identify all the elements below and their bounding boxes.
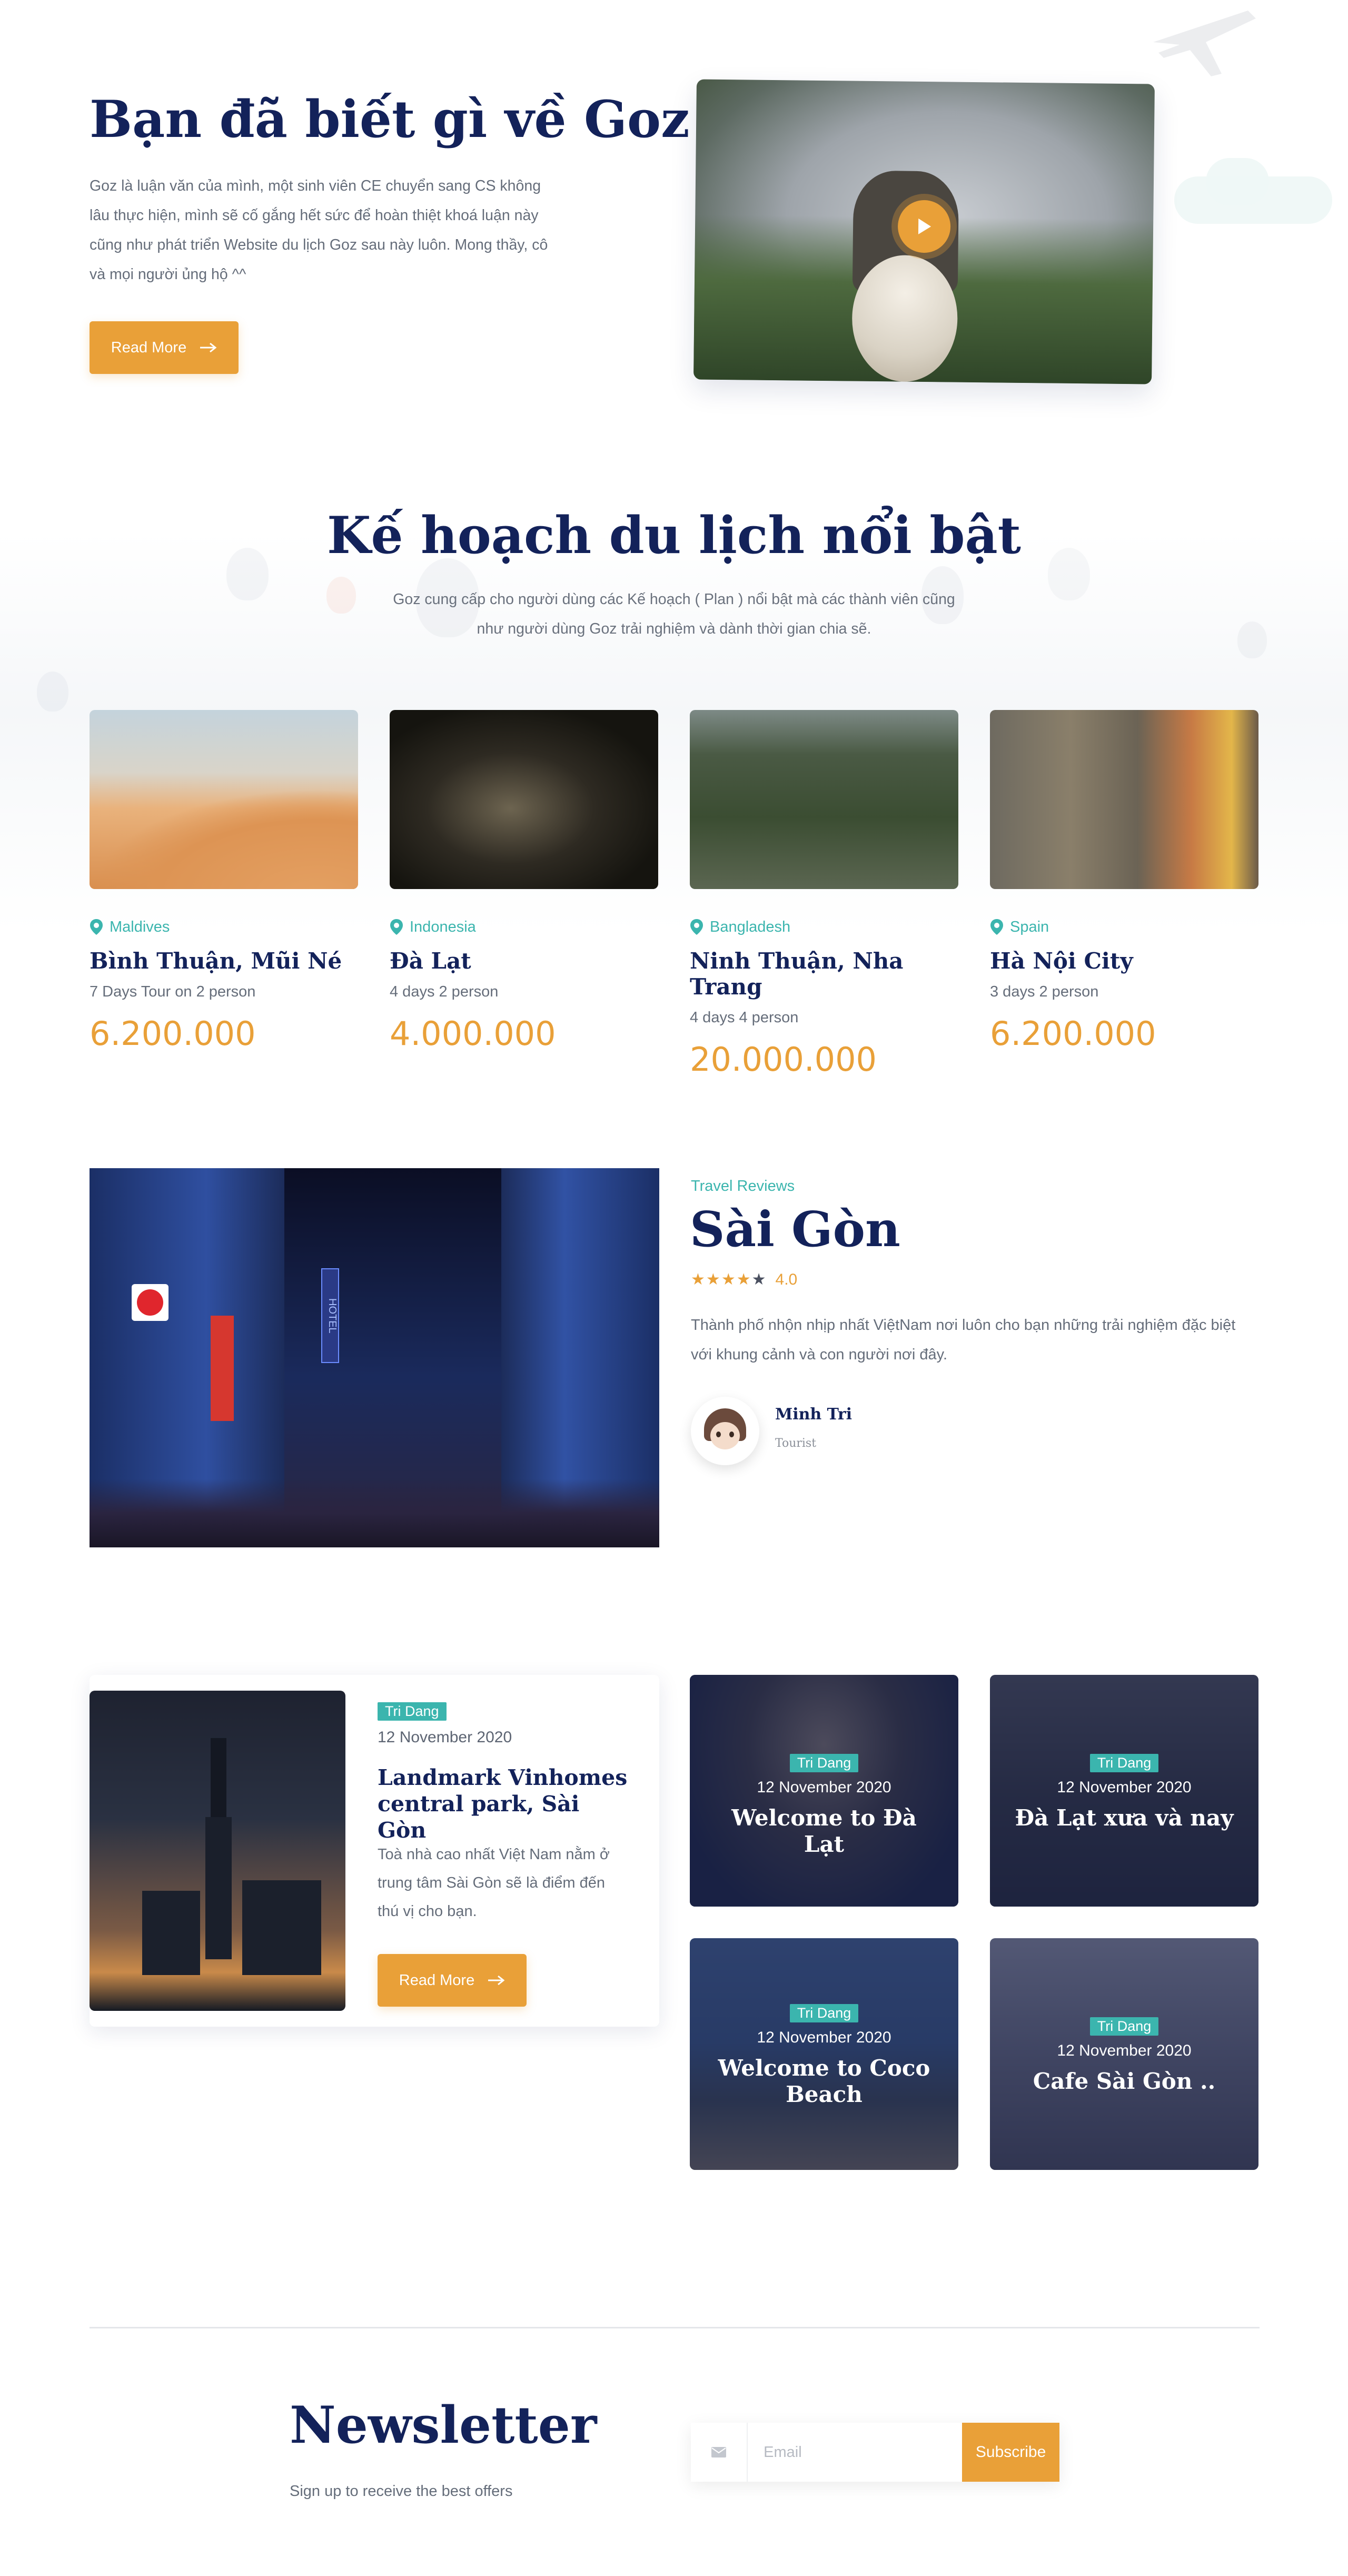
star-icon: ★ — [751, 1271, 766, 1288]
map-pin-icon — [990, 919, 1003, 935]
plan-name[interactable]: Hà Nội City — [990, 948, 1258, 974]
plan-duration: 4 days 2 person — [390, 983, 499, 1000]
post-date: 12 November 2020 — [757, 1779, 891, 1796]
plan-image — [390, 710, 658, 889]
post-date: 12 November 2020 — [757, 2029, 891, 2046]
review-tag: Travel Reviews — [691, 1178, 795, 1195]
post-excerpt: Toà nhà cao nhất Việt Nam nằm ở trung tâ… — [378, 1846, 610, 1920]
read-more-label: Read More — [111, 339, 187, 356]
star-rating: ★ ★ ★ ★ ★ — [691, 1270, 766, 1289]
mail-icon — [691, 2423, 748, 2482]
plan-card[interactable]: Indonesia Đà Lạt 4 days 2 person 4.000.0… — [390, 710, 658, 1053]
plan-image — [690, 710, 958, 889]
post-tag[interactable]: Tri Dang — [1089, 1754, 1159, 1772]
review-image: HOTEL — [90, 1168, 659, 1547]
post-title[interactable]: Welcome to Coco Beach — [713, 2055, 935, 2108]
plan-location: Bangladesh — [690, 916, 958, 937]
post-tile[interactable]: Tri Dang 12 November 2020 Đà Lạt xưa và … — [990, 1675, 1258, 1907]
cloud-decoration — [1206, 158, 1269, 205]
plan-price: 6.200.000 — [990, 1014, 1156, 1053]
rating: ★ ★ ★ ★ ★ 4.0 — [691, 1270, 797, 1289]
plan-location-label: Bangladesh — [710, 918, 791, 935]
read-more-label: Read More — [399, 1971, 475, 1989]
plan-location-label: Maldives — [110, 918, 170, 935]
plan-duration: 4 days 4 person — [690, 1009, 799, 1026]
plan-name[interactable]: Bình Thuận, Mũi Né — [90, 948, 358, 974]
post-tag[interactable]: Tri Dang — [1089, 2017, 1159, 2036]
arrow-right-icon — [200, 342, 217, 353]
post-title[interactable]: Welcome to Đà Lạt — [713, 1805, 935, 1858]
map-pin-icon — [690, 919, 703, 935]
star-icon: ★ — [691, 1271, 705, 1288]
balloon-decoration — [1237, 621, 1267, 658]
review-text: Thành phố nhộn nhịp nhất ViệtNam nơi luô… — [691, 1317, 1236, 1363]
post-tag[interactable]: Tri Dang — [789, 1754, 859, 1772]
plan-image — [990, 710, 1258, 889]
newsletter-title: Newsletter — [290, 2395, 597, 2455]
review-title: Sài Gòn — [690, 1201, 900, 1258]
airplane-icon — [1153, 11, 1256, 76]
plan-name[interactable]: Ninh Thuận, Nha Trang — [690, 948, 958, 1000]
post-title[interactable]: Landmark Vinhomes central park, Sài Gòn — [378, 1764, 630, 1843]
balloon-decoration — [326, 577, 356, 614]
plan-location-label: Indonesia — [410, 918, 476, 935]
plan-location: Maldives — [90, 916, 358, 937]
newsletter-subtitle: Sign up to receive the best offers — [290, 2483, 513, 2500]
plans-section-title: Kế hoạch du lịch nổi bật — [327, 506, 1021, 565]
play-icon — [918, 218, 931, 234]
hero-description: Goz là luận văn của mình, một sinh viên … — [90, 177, 548, 283]
post-date: 12 November 2020 — [378, 1729, 512, 1746]
post-date: 12 November 2020 — [1057, 1779, 1192, 1796]
review-author-role: Tourist — [775, 1437, 817, 1450]
rating-value: 4.0 — [775, 1270, 798, 1288]
plan-price: 20.000.000 — [690, 1040, 877, 1079]
newsletter-form: Subscribe — [691, 2423, 1059, 2482]
post-tile[interactable]: Tri Dang 12 November 2020 Welcome to Coc… — [690, 1938, 958, 2170]
map-pin-icon — [390, 919, 403, 935]
star-icon: ★ — [721, 1271, 736, 1288]
star-icon: ★ — [736, 1271, 751, 1288]
plan-card[interactable]: Spain Hà Nội City 3 days 2 person 6.200.… — [990, 710, 1258, 1053]
post-title[interactable]: Đà Lạt xưa và nay — [1014, 1805, 1235, 1831]
post-date: 12 November 2020 — [1057, 2042, 1192, 2059]
hero-read-more-button[interactable]: Read More — [90, 321, 239, 374]
post-tag[interactable]: Tri Dang — [378, 1702, 447, 1721]
post-read-more-button[interactable]: Read More — [378, 1954, 527, 2007]
email-input[interactable] — [748, 2423, 963, 2482]
arrow-right-icon — [488, 1975, 505, 1986]
plan-name[interactable]: Đà Lạt — [390, 948, 658, 974]
play-button[interactable] — [897, 200, 951, 253]
map-pin-icon — [90, 919, 103, 935]
plan-duration: 7 Days Tour on 2 person — [90, 983, 256, 1000]
post-title[interactable]: Cafe Sài Gòn .. — [1014, 2068, 1235, 2095]
plan-location: Indonesia — [390, 916, 658, 937]
subscribe-button[interactable]: Subscribe — [962, 2423, 1059, 2482]
post-tag[interactable]: Tri Dang — [789, 2004, 859, 2022]
featured-post-image — [90, 1691, 345, 2011]
balloon-decoration — [37, 672, 68, 712]
plan-image — [90, 710, 358, 889]
plan-location-label: Spain — [1010, 918, 1049, 935]
plan-price: 4.000.000 — [390, 1014, 556, 1053]
post-tile[interactable]: Tri Dang 12 November 2020 Welcome to Đà … — [690, 1675, 958, 1907]
star-icon: ★ — [706, 1271, 720, 1288]
plan-duration: 3 days 2 person — [990, 983, 1099, 1000]
plan-card[interactable]: Maldives Bình Thuận, Mũi Né 7 Days Tour … — [90, 710, 358, 1053]
hero-title: Bạn đã biết gì về Goz — [90, 90, 690, 149]
review-author: Minh Tri — [775, 1405, 853, 1424]
section-divider — [90, 2327, 1260, 2328]
avatar — [691, 1397, 759, 1465]
hero-video-thumbnail — [693, 79, 1155, 384]
featured-post-card[interactable]: Tri Dang 12 November 2020 Landmark Vinho… — [90, 1675, 659, 2027]
plans-section-subtitle: Goz cung cấp cho người dùng các Kế hoạch… — [393, 591, 955, 637]
hotel-sign: HOTEL — [321, 1268, 339, 1363]
plan-card[interactable]: Bangladesh Ninh Thuận, Nha Trang 4 days … — [690, 710, 958, 1079]
plan-location: Spain — [990, 916, 1258, 937]
plan-price: 6.200.000 — [90, 1014, 256, 1053]
post-tile[interactable]: Tri Dang 12 November 2020 Cafe Sài Gòn .… — [990, 1938, 1258, 2170]
